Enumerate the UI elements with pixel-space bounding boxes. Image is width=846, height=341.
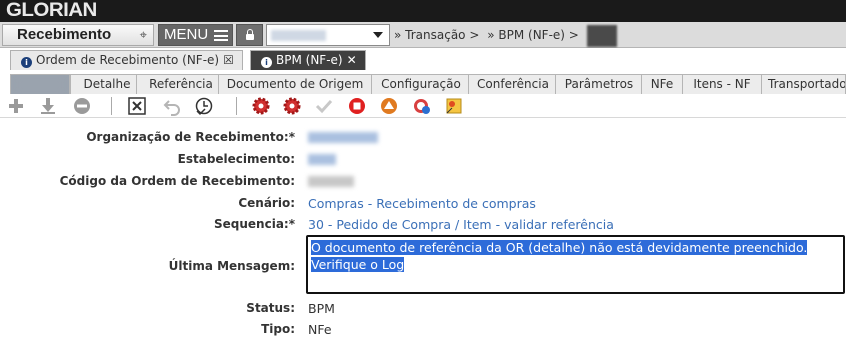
redacted-breadcrumb bbox=[586, 24, 617, 47]
org-recebimento-value bbox=[308, 132, 378, 143]
sub-tabs: Detalhe Referência Documento de Origem C… bbox=[10, 72, 846, 94]
add-icon[interactable] bbox=[6, 96, 26, 116]
navigation-bar: Recebimento ⌖ MENU » Transação > » BPM (… bbox=[0, 22, 846, 48]
tab-itens-nf[interactable]: Itens - NF bbox=[682, 74, 762, 94]
sequencia-label: Sequencia:* bbox=[214, 217, 295, 231]
status-value: BPM bbox=[308, 301, 335, 316]
ultima-mensagem-label: Última Mensagem: bbox=[168, 259, 295, 273]
save-icon[interactable] bbox=[38, 96, 58, 116]
stop-icon[interactable] bbox=[347, 96, 367, 116]
hamburger-icon bbox=[214, 30, 228, 41]
tab-label: BPM (NF-e) bbox=[276, 53, 343, 67]
glorian-logo: GLORIAN bbox=[6, 0, 97, 21]
breadcrumb-item-transacao[interactable]: » Transação > bbox=[394, 28, 479, 42]
settings-star-icon[interactable] bbox=[444, 96, 464, 116]
tab-conferencia[interactable]: Conferência bbox=[468, 74, 558, 94]
estabelecimento-label: Estabelecimento: bbox=[177, 152, 295, 166]
breadcrumb-item-bpm[interactable]: » BPM (NF-e) > bbox=[487, 28, 579, 42]
cenario-link[interactable]: Compras - Recebimento de compras bbox=[308, 196, 536, 211]
refresh-icon[interactable] bbox=[412, 96, 432, 116]
close-icon[interactable]: ☒ bbox=[223, 53, 234, 67]
redacted-value bbox=[271, 30, 326, 41]
tab-redacted[interactable] bbox=[10, 74, 70, 94]
close-box-icon[interactable] bbox=[127, 96, 147, 116]
cenario-label: Cenário: bbox=[238, 196, 295, 210]
info-icon: i bbox=[261, 57, 272, 68]
ultima-mensagem-textarea[interactable]: O documento de referência da OR (detalhe… bbox=[306, 235, 845, 294]
module-title[interactable]: Recebimento ⌖ bbox=[2, 24, 154, 46]
tab-bpm-nfe[interactable]: i BPM (NF-e) ✕ bbox=[250, 50, 366, 70]
tab-label: Ordem de Recebimento (NF-e) bbox=[36, 53, 220, 67]
lock-button[interactable] bbox=[236, 24, 263, 46]
message-line-2: Verifique o Log bbox=[311, 257, 405, 272]
tab-ordem-recebimento[interactable]: i Ordem de Recebimento (NF-e) ☒ bbox=[10, 50, 243, 70]
module-title-label: Recebimento bbox=[17, 26, 112, 43]
org-recebimento-label: Organização de Recebimento:* bbox=[86, 130, 295, 144]
status-label: Status: bbox=[246, 301, 295, 315]
codigo-ordem-label: Código da Ordem de Recebimento: bbox=[59, 174, 295, 188]
tipo-label: Tipo: bbox=[261, 322, 295, 336]
lock-icon bbox=[245, 29, 254, 40]
tab-referencia[interactable]: Referência bbox=[136, 74, 226, 94]
clock-check-icon[interactable] bbox=[194, 96, 214, 116]
check-icon[interactable] bbox=[314, 96, 334, 116]
top-bar: GLORIAN bbox=[0, 0, 846, 22]
organization-select[interactable] bbox=[266, 24, 390, 46]
breadcrumb: » Transação > » BPM (NF-e) > bbox=[394, 22, 621, 48]
estabelecimento-value bbox=[308, 154, 336, 165]
menu-label: MENU bbox=[164, 26, 209, 43]
up-triangle-icon[interactable] bbox=[379, 96, 399, 116]
gear-red-icon[interactable] bbox=[251, 96, 271, 116]
undo-icon[interactable] bbox=[162, 96, 182, 116]
tab-nfe[interactable]: NFe bbox=[641, 74, 683, 94]
tab-parametros[interactable]: Parâmetros bbox=[555, 74, 643, 94]
codigo-ordem-value bbox=[308, 176, 354, 187]
document-tabs: i Ordem de Recebimento (NF-e) ☒ i BPM (NF-e… bbox=[0, 48, 846, 70]
remove-icon[interactable] bbox=[72, 96, 92, 116]
gear-red-2-icon[interactable] bbox=[282, 96, 302, 116]
menu-button[interactable]: MENU bbox=[158, 24, 233, 46]
toolbar bbox=[0, 94, 846, 118]
tab-documento-origem[interactable]: Documento de Origem bbox=[218, 74, 372, 94]
chevron-down-icon bbox=[373, 32, 383, 38]
tab-transportador[interactable]: Transportador bbox=[761, 74, 846, 94]
info-icon: i bbox=[21, 57, 32, 68]
tab-detalhe[interactable]: Detalhe bbox=[70, 74, 144, 94]
sequencia-link[interactable]: 30 - Pedido de Compra / Item - validar r… bbox=[308, 217, 614, 232]
close-icon[interactable]: ✕ bbox=[347, 53, 357, 67]
tab-configuracao[interactable]: Configuração bbox=[371, 74, 471, 94]
message-line-1: O documento de referência da OR (detalhe… bbox=[311, 240, 808, 255]
pin-icon[interactable]: ⌖ bbox=[140, 25, 147, 45]
tipo-value: NFe bbox=[308, 322, 332, 337]
